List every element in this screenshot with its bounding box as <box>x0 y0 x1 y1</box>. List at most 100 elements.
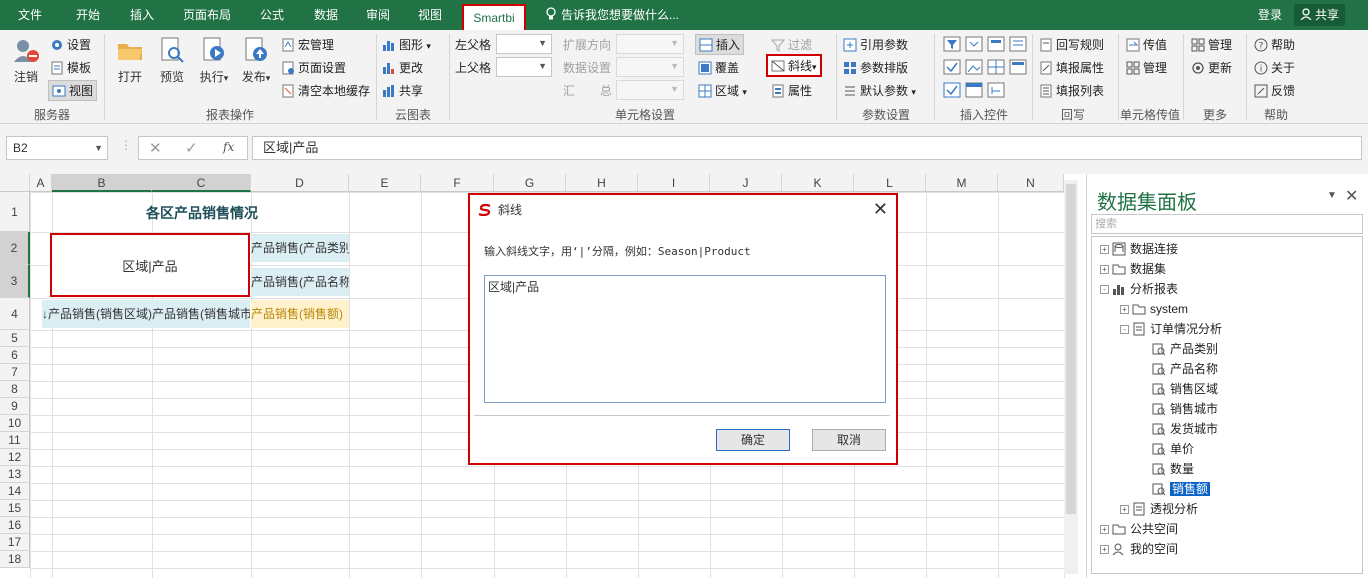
tree-node[interactable]: + 公共空间 <box>1100 519 1178 539</box>
tree-node[interactable]: + 数据连接 <box>1100 239 1178 259</box>
summary-combo[interactable]: ▼ <box>616 80 684 100</box>
tell-me-search[interactable]: 告诉我您想要做什么... <box>545 0 679 30</box>
tree-node[interactable]: - 订单情况分析 <box>1120 319 1222 339</box>
collapse-icon[interactable]: - <box>1100 285 1109 294</box>
filter-control-icon[interactable] <box>943 36 961 52</box>
row-header-12[interactable]: 12 <box>0 449 30 466</box>
cell-d2[interactable]: 产品销售(产品类别) <box>251 234 349 262</box>
pass-manage-button[interactable]: 管理 <box>1126 59 1167 76</box>
row-header-1[interactable]: 1 <box>0 192 30 232</box>
ok-button[interactable]: 确定 <box>716 429 790 451</box>
column-header-h[interactable]: H <box>566 174 638 192</box>
column-header-j[interactable]: J <box>710 174 782 192</box>
param-layout-button[interactable]: 参数排版 <box>843 59 908 76</box>
calendar-control-icon[interactable] <box>965 82 983 98</box>
panel-search-input[interactable]: 搜索 <box>1091 214 1363 234</box>
report-title-cell[interactable]: 各区产品销售情况 <box>54 194 350 232</box>
expand-icon[interactable]: + <box>1100 265 1109 274</box>
tab-page-layout[interactable]: 页面布局 <box>176 0 238 30</box>
cell-d3[interactable]: 产品销售(产品名称) <box>251 268 349 296</box>
column-header-b[interactable]: B <box>52 174 152 192</box>
tab-view[interactable]: 视图 <box>408 0 452 30</box>
more-manage-button[interactable]: 管理 <box>1191 36 1232 53</box>
area-button[interactable]: 区域 ▾ <box>698 82 747 99</box>
dialog-close-icon[interactable]: ✕ <box>873 200 888 218</box>
tab-data[interactable]: 数据 <box>304 0 348 30</box>
fill-property-button[interactable]: 填报属性 <box>1039 59 1104 76</box>
filter-button[interactable]: 过滤 <box>771 36 812 53</box>
textbox-control-icon[interactable] <box>987 36 1005 52</box>
fx-icon[interactable]: fx <box>223 140 234 154</box>
change-button[interactable]: 更改 <box>382 59 423 76</box>
logout-button[interactable]: 注销 <box>6 36 46 85</box>
cloud-share-button[interactable]: 共享 <box>382 82 423 99</box>
row-header-9[interactable]: 9 <box>0 398 30 415</box>
panel-menu-icon[interactable]: ▼ <box>1327 190 1337 201</box>
tree-control-icon[interactable] <box>987 82 1005 98</box>
default-param-button[interactable]: 默认参数 ▾ <box>843 82 916 99</box>
pass-value-button[interactable]: 传值 <box>1126 36 1167 53</box>
row-header-10[interactable]: 10 <box>0 415 30 432</box>
tab-insert[interactable]: 插入 <box>120 0 164 30</box>
tree-node[interactable]: + 数据集 <box>1100 259 1166 279</box>
check-icon[interactable]: ✓ <box>185 139 198 157</box>
column-header-n[interactable]: N <box>998 174 1064 192</box>
tree-node[interactable]: 销售额 <box>1140 479 1211 499</box>
help-button[interactable]: ? 帮助 <box>1254 36 1295 53</box>
clear-cache-button[interactable]: 清空本地缓存 <box>281 82 370 99</box>
tab-formulas[interactable]: 公式 <box>250 0 294 30</box>
row-header-15[interactable]: 15 <box>0 500 30 517</box>
tree-node[interactable]: - 分析报表 <box>1100 279 1178 299</box>
tab-review[interactable]: 审阅 <box>356 0 400 30</box>
ref-param-button[interactable]: 引用参数 <box>843 36 908 53</box>
row-header-6[interactable]: 6 <box>0 347 30 364</box>
row-header-3[interactable]: 3 <box>0 265 30 298</box>
settings-button[interactable]: 设置 <box>50 36 91 53</box>
column-header-i[interactable]: I <box>638 174 710 192</box>
expand-icon[interactable]: + <box>1100 545 1109 554</box>
chart-button[interactable]: 图形 ▾ <box>382 36 431 53</box>
property-button[interactable]: 属性 <box>771 82 812 99</box>
column-header-c[interactable]: C <box>152 174 251 192</box>
table-control-icon[interactable] <box>1009 59 1027 75</box>
image-control-icon[interactable] <box>965 59 983 75</box>
update-button[interactable]: 更新 <box>1191 59 1232 76</box>
template-button[interactable]: 模板 <box>50 59 91 76</box>
diagonal-header-cell-b2[interactable]: 区域|产品 <box>50 233 250 297</box>
column-header-g[interactable]: G <box>494 174 566 192</box>
tree-node[interactable]: 销售区域 <box>1140 379 1218 399</box>
open-button[interactable]: 打开 <box>110 36 150 85</box>
list-control-icon[interactable] <box>1009 36 1027 52</box>
formula-input[interactable]: 区域|产品 <box>252 136 1362 160</box>
check-list-control-icon[interactable] <box>943 82 961 98</box>
expand-icon[interactable]: + <box>1100 525 1109 534</box>
tab-file[interactable]: 文件 <box>8 0 52 30</box>
cancel-icon[interactable]: ✕ <box>149 139 162 157</box>
row-header-8[interactable]: 8 <box>0 381 30 398</box>
tree-node[interactable]: 发货城市 <box>1140 419 1218 439</box>
row-header-16[interactable]: 16 <box>0 517 30 534</box>
fill-list-button[interactable]: 填报列表 <box>1039 82 1104 99</box>
left-parent-combo[interactable]: ▼ <box>496 34 552 54</box>
cell-d4[interactable]: 产品销售(销售额) <box>251 300 349 328</box>
tab-smartbi[interactable]: Smartbi <box>462 4 526 30</box>
cell-b4[interactable]: ↓产品销售(销售区域) <box>42 300 152 328</box>
expand-icon[interactable]: + <box>1100 245 1109 254</box>
tree-node[interactable]: 数量 <box>1140 459 1194 479</box>
column-header-f[interactable]: F <box>421 174 494 192</box>
data-setting-combo[interactable]: ▼ <box>616 57 684 77</box>
column-header-a[interactable]: A <box>30 174 52 192</box>
cancel-button[interactable]: 取消 <box>812 429 886 451</box>
dataset-tree[interactable]: + 数据连接 + 数据集 - 分析报表 + system - 订单情况分析 产品类别 产品名称 销售区域… <box>1091 236 1363 574</box>
tree-node[interactable]: 产品类别 <box>1140 339 1218 359</box>
row-header-13[interactable]: 13 <box>0 466 30 483</box>
cover-mode-button[interactable]: 覆盖 <box>698 59 739 76</box>
share-button[interactable]: 共享 <box>1294 4 1346 26</box>
diagonal-text-input[interactable]: 区域|产品 <box>484 275 886 403</box>
tab-home[interactable]: 开始 <box>66 0 110 30</box>
checkbox-control-icon[interactable] <box>943 59 961 75</box>
row-header-7[interactable]: 7 <box>0 364 30 381</box>
macro-manage-button[interactable]: 宏管理 <box>281 36 334 53</box>
expand-icon[interactable]: + <box>1120 505 1129 514</box>
grid-control-icon[interactable] <box>987 59 1005 75</box>
